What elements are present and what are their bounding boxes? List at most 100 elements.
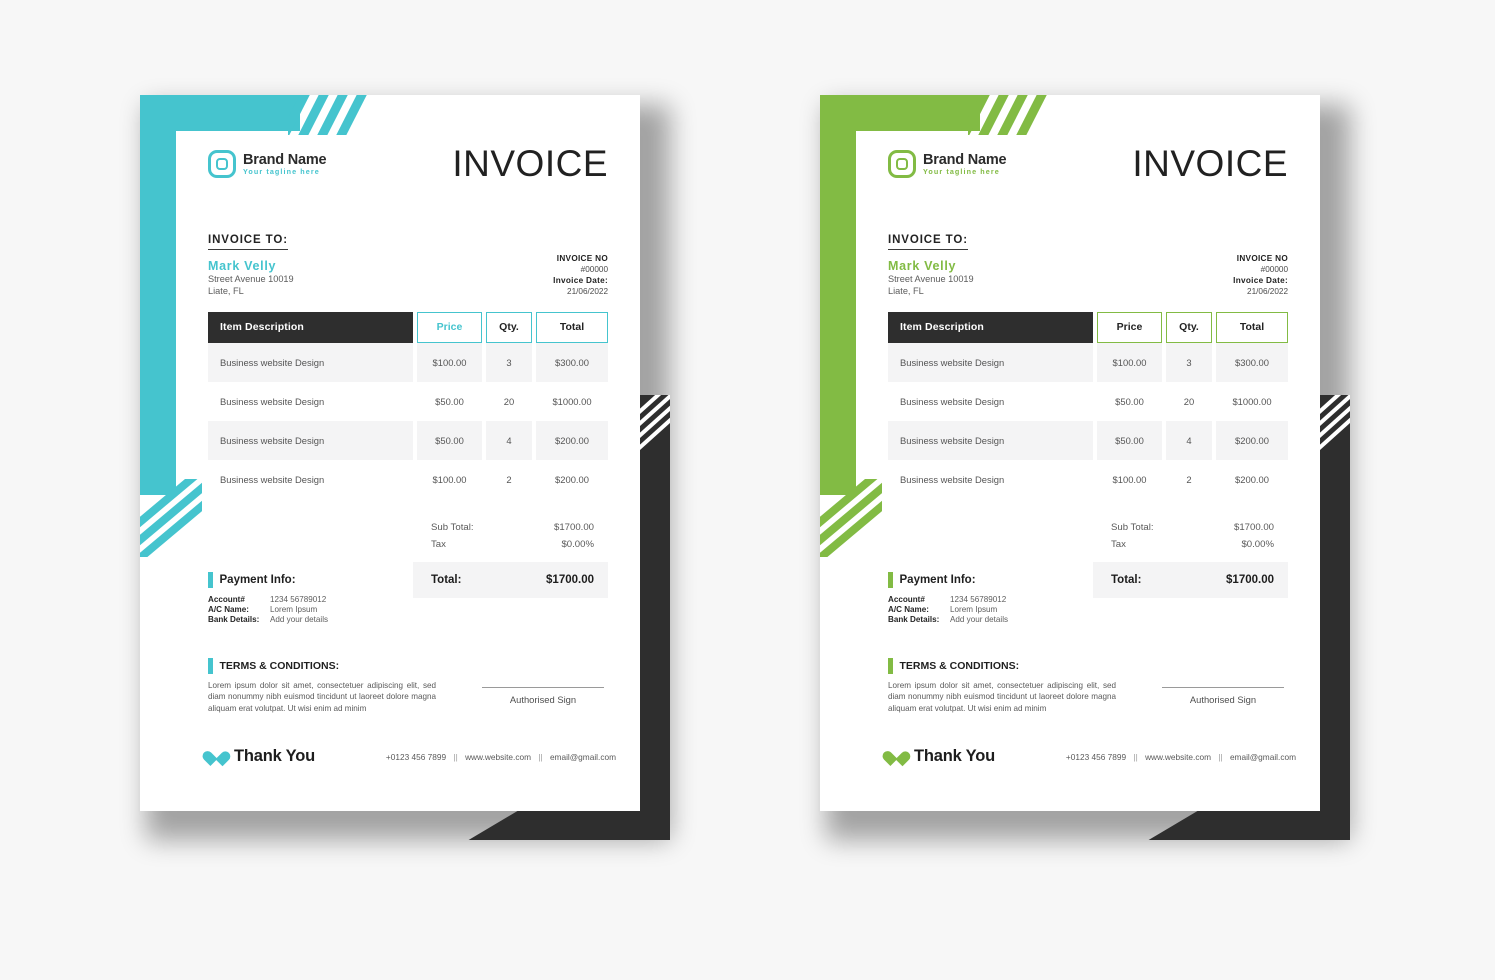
cell-qty: 3 <box>486 342 532 382</box>
signature-block: Authorised Sign <box>482 687 604 705</box>
footer-separator: || <box>1133 751 1138 762</box>
column-header-description: Item Description <box>888 311 1093 343</box>
payment-label: A/C Name: <box>208 605 249 614</box>
footer-row: Thank You +0123 456 7899 || www.website.… <box>208 747 616 766</box>
signature-block: Authorised Sign <box>1162 687 1284 705</box>
top-diagonal-stripes-icon <box>968 95 1064 135</box>
cell-description: Business website Design <box>888 342 1093 382</box>
green-invoice-card: Brand Name Your tagline here INVOICE INV… <box>820 95 1350 840</box>
footer-phone: +0123 456 7899 <box>1065 751 1127 762</box>
cell-price: $100.00 <box>432 473 467 485</box>
payment-info-block: Payment Info: Account# 1234 56789012 A/C… <box>208 572 458 624</box>
invoice-date-label: Invoice Date: <box>553 275 608 285</box>
accent-top-block <box>140 95 300 131</box>
brand-tagline: Your tagline here <box>923 166 1000 176</box>
bill-to-block: INVOICE TO: Mark Velly Street Avenue 100… <box>888 230 974 298</box>
payment-label: Account# <box>208 595 245 604</box>
accent-left-bar <box>140 95 176 495</box>
cell-qty: 2 <box>1186 473 1192 485</box>
terms-heading: TERMS & CONDITIONS: <box>899 660 1020 672</box>
tax-row: Tax $0.00% <box>413 536 608 553</box>
payment-value: Lorem Ipsum <box>270 605 318 614</box>
table-row: Business website Design $50.00 4 $200.00 <box>888 420 1288 460</box>
payment-info-block: Payment Info: Account# 1234 56789012 A/C… <box>888 572 1138 624</box>
invoice-template-canvas: Brand Name Your tagline here INVOICE INV… <box>0 0 1495 980</box>
cell-price: $50.00 <box>435 395 464 407</box>
tax-value: $0.00% <box>561 538 594 550</box>
cell-total: $300.00 <box>536 342 608 382</box>
cell-qty: 2 <box>506 473 512 485</box>
accent-tick <box>888 658 893 674</box>
payment-label: Account# <box>888 595 925 604</box>
cell-price: $50.00 <box>417 420 482 460</box>
brand-name: Brand Name <box>923 151 1007 168</box>
page-title: INVOICE <box>1132 143 1288 184</box>
cell-qty: 20 <box>1183 395 1195 407</box>
line-items-table: Item Description Price Qty. Total Busine… <box>208 311 608 499</box>
client-name: Mark Velly <box>208 259 277 273</box>
client-address-line2: Liate, FL <box>208 286 244 297</box>
line-items-table: Item Description Price Qty. Total Busine… <box>888 311 1288 499</box>
column-header-price: Price <box>1097 311 1162 343</box>
subtotal-label: Sub Total: <box>1111 521 1154 533</box>
footer-website: www.website.com <box>1145 751 1211 762</box>
signature-line <box>1162 687 1284 688</box>
table-row: Business website Design $100.00 2 $200.0… <box>208 460 608 499</box>
thank-you-text: Thank You <box>914 747 996 765</box>
table-row: Business website Design $100.00 3 $300.0… <box>208 342 608 382</box>
invoice-to-heading: INVOICE TO: <box>208 234 288 250</box>
cell-price: $100.00 <box>1112 473 1147 485</box>
column-header-total: Total <box>536 311 608 343</box>
accent-left-bar <box>820 95 856 495</box>
invoice-no-label: INVOICE NO <box>556 254 608 263</box>
squircle-diamond-logo-icon <box>888 150 916 178</box>
payment-info-heading: Payment Info: <box>899 574 976 586</box>
footer-email: email@gmail.com <box>1229 751 1296 762</box>
invoice-to-heading: INVOICE TO: <box>888 234 968 250</box>
footer-separator: || <box>538 751 543 762</box>
contact-info: +0123 456 7899 || www.website.com || ema… <box>1066 752 1296 762</box>
terms-body: Lorem ipsum dolor sit amet, consectetuer… <box>208 681 436 713</box>
payment-value: Add your details <box>950 615 1009 624</box>
billing-meta-row: INVOICE TO: Mark Velly Street Avenue 100… <box>208 230 608 298</box>
footer-separator: || <box>1218 751 1223 762</box>
cell-qty: 4 <box>1166 420 1212 460</box>
cell-total: $1000.00 <box>552 395 592 407</box>
payment-value: Lorem Ipsum <box>950 605 998 614</box>
footer-phone: +0123 456 7899 <box>385 751 447 762</box>
left-diagonal-stripes-icon <box>140 479 202 557</box>
cell-description: Business website Design <box>900 473 1005 485</box>
table-row: Business website Design $50.00 20 $1000.… <box>888 382 1288 421</box>
terms-block: TERMS & CONDITIONS: Lorem ipsum dolor si… <box>208 658 436 714</box>
client-address-line2: Liate, FL <box>888 286 924 297</box>
footer-row: Thank You +0123 456 7899 || www.website.… <box>888 747 1296 766</box>
left-diagonal-stripes-icon <box>820 479 882 557</box>
column-header-qty: Qty. <box>1166 311 1212 343</box>
accent-tick <box>208 658 213 674</box>
column-header-total: Total <box>1216 311 1288 343</box>
tax-row: Tax $0.00% <box>1093 536 1288 553</box>
invoice-sheet: Brand Name Your tagline here INVOICE INV… <box>820 95 1320 811</box>
invoice-header: Brand Name Your tagline here INVOICE <box>888 141 1288 187</box>
cell-qty: 20 <box>503 395 515 407</box>
accent-top-block <box>820 95 980 131</box>
client-address-line1: Street Avenue 10019 <box>208 274 294 284</box>
cell-description: Business website Design <box>220 473 325 485</box>
signature-line <box>482 687 604 688</box>
cell-total: $1000.00 <box>1232 395 1272 407</box>
accent-tick <box>888 572 893 588</box>
terms-heading: TERMS & CONDITIONS: <box>219 660 340 672</box>
tax-label: Tax <box>1111 538 1126 550</box>
cell-description: Business website Design <box>900 395 1005 407</box>
subtotal-value: $1700.00 <box>1233 521 1274 533</box>
total-value: $1700.00 <box>546 573 594 586</box>
invoice-date-value: 21/06/2022 <box>567 286 608 296</box>
page-title: INVOICE <box>452 143 608 184</box>
cell-total: $200.00 <box>555 473 589 485</box>
cell-price: $100.00 <box>417 342 482 382</box>
contact-info: +0123 456 7899 || www.website.com || ema… <box>386 752 616 762</box>
client-address-line1: Street Avenue 10019 <box>888 274 974 284</box>
footer-separator: || <box>453 751 458 762</box>
signature-label: Authorised Sign <box>509 694 577 705</box>
payment-label: A/C Name: <box>888 605 929 614</box>
